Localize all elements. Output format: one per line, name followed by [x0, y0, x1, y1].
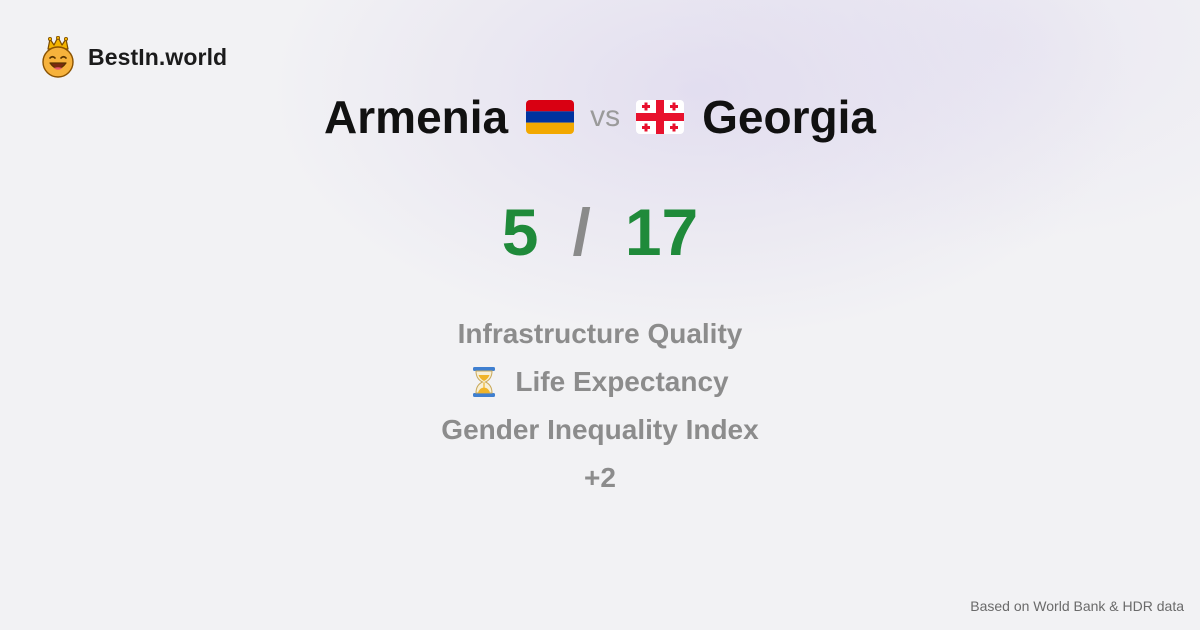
score-display: 5 / 17 [0, 195, 1200, 269]
brand-name: BestIn.world [88, 43, 228, 70]
left-country-name: Armenia [324, 91, 509, 143]
georgia-flag-icon [636, 100, 685, 134]
data-source-footer: Based on World Bank & HDR data [970, 598, 1184, 614]
right-country-name: Georgia [702, 91, 876, 143]
vs-label: vs [590, 100, 621, 133]
comparison-title: Armenia vs Georgia [0, 86, 1200, 148]
metric-label: Infrastructure Quality [457, 318, 743, 349]
metric-label: Life Expectancy [515, 366, 729, 397]
more-metrics-count: +2 [584, 462, 616, 493]
score-separator: / [572, 195, 591, 269]
right-score: 17 [624, 195, 699, 269]
left-score: 5 [501, 195, 539, 269]
metric-item: Infrastructure Quality [458, 310, 743, 358]
metric-item: Life Expectancy [471, 358, 729, 406]
metric-label: Gender Inequality Index [441, 414, 759, 445]
armenia-flag-icon [526, 100, 575, 134]
brand-header[interactable]: BestIn.world [40, 36, 227, 78]
hourglass-icon [473, 367, 496, 397]
metric-item: Gender Inequality Index [441, 406, 758, 454]
crown-smiley-logo-icon [42, 36, 74, 78]
metrics-list: Infrastructure Quality Life Expectancy G… [0, 310, 1200, 502]
